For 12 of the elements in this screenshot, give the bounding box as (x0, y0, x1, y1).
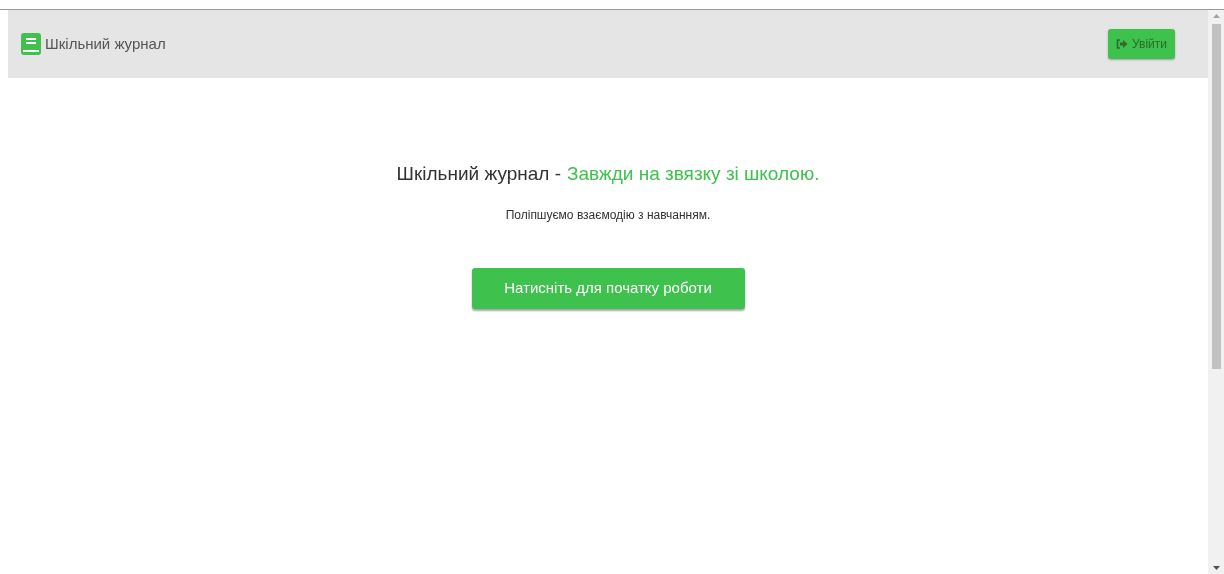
scrollbar[interactable] (1208, 10, 1224, 574)
scroll-down-icon[interactable] (1212, 566, 1220, 570)
brand-link[interactable]: Шкільний журнал (45, 32, 166, 56)
book-icon (21, 33, 41, 55)
hero-tagline: Завжди на звязку зі школою. (567, 162, 820, 186)
hero-subtitle: Поліпшуємо взаємодію з навчанням. (505, 206, 711, 224)
start-button[interactable]: Натисніть для початку роботи (471, 267, 745, 309)
hero-title: Шкільний журнал - (396, 162, 562, 186)
login-button[interactable]: Увійти (1108, 29, 1175, 59)
scrollbar-thumb[interactable] (1211, 24, 1221, 369)
sign-in-icon (1116, 39, 1129, 49)
scroll-up-icon[interactable] (1212, 14, 1220, 18)
